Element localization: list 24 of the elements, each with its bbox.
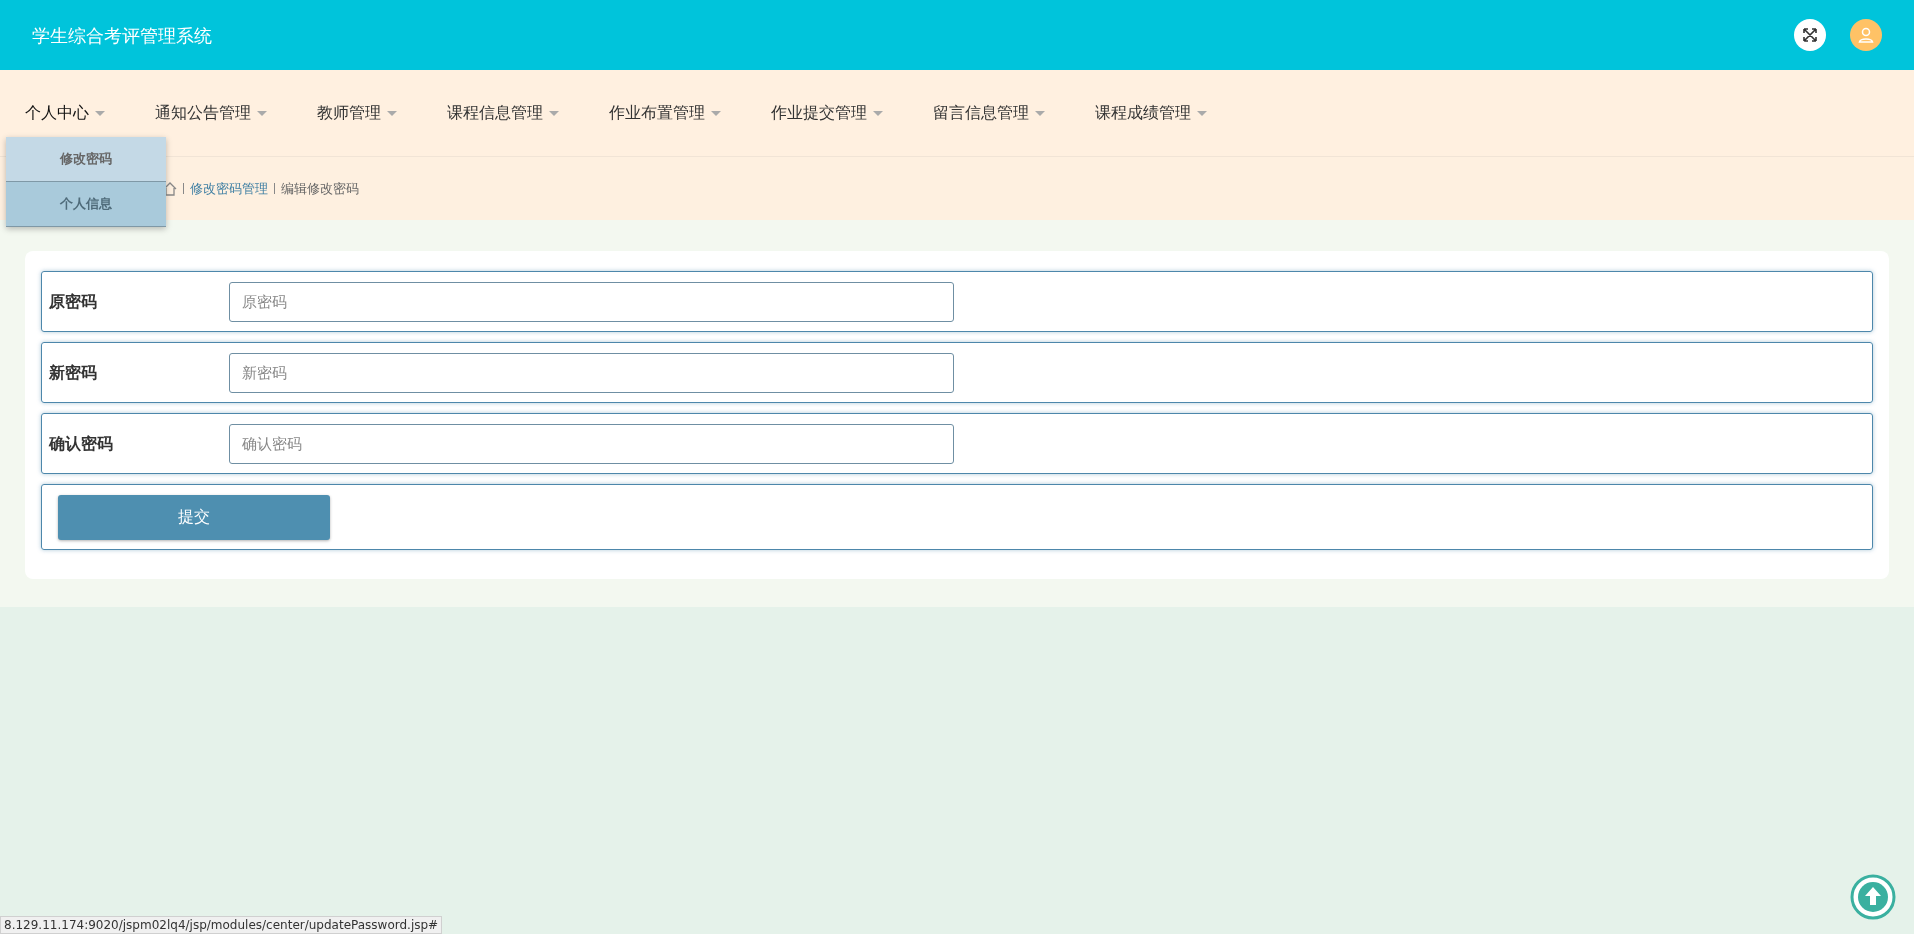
nav-menu-item[interactable]: 个人中心: [3, 98, 127, 128]
password-field[interactable]: 新密码: [229, 352, 954, 393]
nav-menu-item[interactable]: 作业提交管理: [749, 98, 905, 128]
field-label: 新密码: [49, 361, 98, 384]
dropdown-item[interactable]: 修改密码: [6, 137, 166, 182]
breadcrumb-current: 编辑修改密码: [281, 179, 359, 198]
status-url: 8.129.11.174:9020/jspm02lq4/jsp/modules/center/updatePassword.jsp#: [0, 916, 443, 934]
password-field[interactable]: 原密码: [229, 281, 954, 322]
fullscreen-icon[interactable]: [1794, 19, 1826, 51]
nav-menu-item[interactable]: 留言信息管理: [911, 98, 1067, 128]
nav-menu-item[interactable]: 课程成绩管理: [1073, 98, 1229, 128]
nav-menu-item[interactable]: 教师管理: [295, 98, 419, 128]
home-icon[interactable]: [163, 181, 177, 196]
breadcrumb-link[interactable]: 修改密码管理: [190, 178, 268, 199]
nav-menu-item[interactable]: 通知公告管理: [133, 98, 289, 128]
field-label: 确认密码: [49, 432, 114, 455]
nav-menu-item[interactable]: 课程信息管理: [425, 98, 581, 128]
nav-menu-item[interactable]: 作业布置管理: [587, 98, 743, 128]
back-to-top-icon[interactable]: [1850, 874, 1896, 920]
field-label: 原密码: [49, 290, 98, 313]
password-field[interactable]: 确认密码: [229, 423, 954, 464]
submit-button[interactable]: 提交: [58, 494, 330, 540]
app-title: 学生综合考评管理系统: [32, 23, 212, 48]
user-avatar-icon[interactable]: [1850, 19, 1882, 51]
